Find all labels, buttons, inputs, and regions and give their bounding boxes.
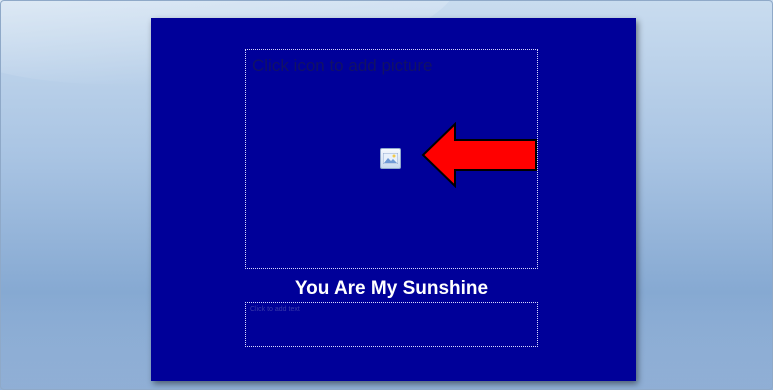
slide-canvas[interactable]: Click icon to add picture You Are My Sun… <box>151 18 636 381</box>
picture-glyph <box>383 153 398 164</box>
caption-placeholder[interactable]: Click to add text <box>245 302 538 347</box>
caption-placeholder-prompt: Click to add text <box>250 306 300 313</box>
left-arrow-callout <box>421 122 537 188</box>
insert-picture-icon[interactable] <box>380 148 401 169</box>
slide-title[interactable]: You Are My Sunshine <box>245 277 538 301</box>
picture-placeholder-prompt: Click icon to add picture <box>252 56 433 75</box>
